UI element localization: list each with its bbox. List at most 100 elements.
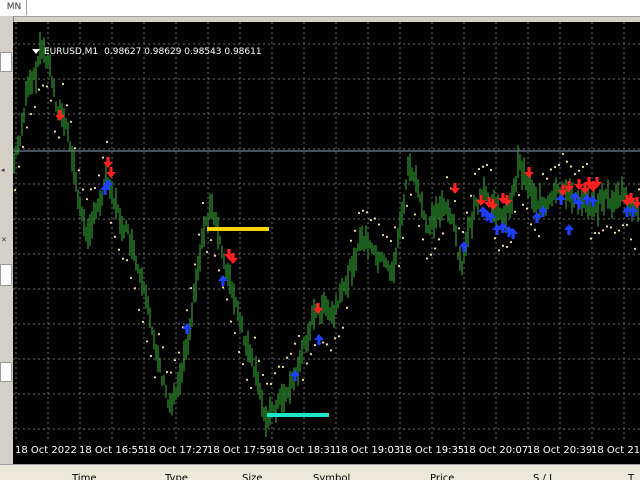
sar-dot bbox=[173, 359, 177, 362]
sar-dot bbox=[621, 224, 625, 227]
column-header[interactable]: T bbox=[628, 473, 634, 480]
sar-dot bbox=[117, 248, 121, 251]
sar-dot bbox=[305, 362, 309, 365]
column-header[interactable]: Time bbox=[72, 473, 96, 480]
column-header[interactable]: Symbol bbox=[313, 473, 350, 480]
sar-dot bbox=[493, 237, 497, 240]
sar-dot bbox=[433, 247, 437, 250]
sar-dot bbox=[17, 165, 21, 168]
x-tick-label: 18 Oct 21:1 bbox=[591, 445, 640, 456]
sar-dot bbox=[397, 264, 401, 268]
sar-dot bbox=[269, 382, 273, 386]
sar-dot bbox=[281, 365, 285, 369]
x-tick-label: 18 Oct 20:07 bbox=[463, 445, 529, 456]
sar-dot bbox=[485, 163, 489, 167]
sar-dot bbox=[421, 238, 425, 241]
sar-dot bbox=[289, 352, 293, 355]
sar-dot bbox=[201, 201, 205, 205]
sar-dot bbox=[253, 336, 257, 339]
sar-dot bbox=[273, 372, 277, 375]
sar-dot bbox=[585, 162, 589, 166]
sar-dot bbox=[549, 168, 553, 171]
sar-dot bbox=[121, 257, 125, 260]
sar-dot bbox=[293, 342, 297, 345]
sar-dot bbox=[93, 186, 97, 190]
sar-dot bbox=[605, 225, 609, 228]
sar-dot bbox=[285, 356, 289, 359]
sar-dot bbox=[333, 337, 337, 340]
sar-dot bbox=[25, 126, 29, 129]
sar-dot bbox=[617, 229, 621, 232]
sar-dot bbox=[521, 203, 525, 206]
price-chart[interactable]: EURUSD,M1 0.98627 0.98629 0.98543 0.98611 bbox=[13, 22, 640, 440]
sar-dot bbox=[409, 193, 413, 196]
time-axis: 18 Oct 2022 18 Oct 16:55 18 Oct 17:27 18 Oc… bbox=[13, 440, 640, 464]
sar-dot bbox=[457, 227, 461, 230]
left-panel-button[interactable] bbox=[0, 362, 12, 382]
sar-dot bbox=[401, 236, 405, 239]
sar-dot bbox=[197, 233, 201, 236]
sar-dot bbox=[425, 257, 429, 260]
buy-arrow-icon bbox=[556, 194, 566, 205]
sar-dot bbox=[509, 241, 513, 244]
chart-menu-triangle-icon[interactable] bbox=[32, 49, 40, 54]
trade-table-header: Time Type Size Symbol Price S / L T bbox=[0, 464, 640, 480]
sar-dot bbox=[525, 207, 529, 210]
sar-dot bbox=[153, 376, 157, 379]
timeframe-tab-mn[interactable]: MN bbox=[2, 0, 27, 15]
column-header[interactable]: Type bbox=[165, 473, 188, 480]
sar-dot bbox=[597, 232, 601, 235]
sar-dot bbox=[229, 320, 233, 323]
chart-symbol: EURUSD,M1 bbox=[44, 47, 99, 57]
left-panel-button[interactable] bbox=[0, 264, 12, 286]
chart-canvas bbox=[13, 22, 640, 440]
timeframe-tab-strip: MN bbox=[0, 0, 640, 17]
sar-dot bbox=[297, 334, 301, 338]
sar-dot bbox=[561, 152, 565, 156]
column-header[interactable]: Price bbox=[430, 473, 454, 480]
sar-dot bbox=[369, 218, 373, 222]
sar-dot bbox=[601, 229, 605, 232]
sar-dot bbox=[49, 99, 53, 102]
sar-dot bbox=[513, 210, 517, 213]
sar-dot bbox=[465, 211, 469, 214]
sar-dot bbox=[41, 84, 45, 87]
left-panel-close-icon[interactable]: ✕ bbox=[1, 236, 7, 244]
sar-dot bbox=[129, 276, 133, 279]
sar-dot bbox=[429, 253, 433, 256]
sar-dot bbox=[393, 226, 397, 229]
sar-dot bbox=[629, 238, 633, 241]
sar-dot bbox=[265, 382, 269, 385]
sar-dot bbox=[125, 259, 129, 262]
sar-dot bbox=[329, 349, 333, 352]
column-header[interactable]: Size bbox=[242, 473, 263, 480]
sar-dot bbox=[241, 363, 245, 366]
sar-dot bbox=[505, 245, 509, 248]
x-tick-label: 18 Oct 19:35 bbox=[399, 445, 465, 456]
column-header[interactable]: S / L bbox=[533, 473, 555, 480]
sar-dot bbox=[21, 145, 25, 149]
sar-dot bbox=[565, 160, 569, 163]
sar-dot bbox=[81, 188, 85, 191]
sar-dot bbox=[337, 335, 341, 338]
sar-dot bbox=[373, 217, 377, 220]
sar-dot bbox=[165, 370, 169, 374]
sar-dot bbox=[189, 286, 193, 290]
sar-dot bbox=[109, 221, 113, 224]
sell-arrow-icon bbox=[106, 167, 116, 178]
sar-dot bbox=[417, 224, 421, 228]
x-tick-label: 18 Oct 16:55 bbox=[79, 445, 145, 456]
left-panel-button[interactable] bbox=[0, 52, 12, 72]
sar-dot bbox=[133, 287, 137, 290]
sar-dot bbox=[225, 298, 229, 301]
sar-dot bbox=[581, 165, 585, 168]
sar-dot bbox=[313, 343, 317, 347]
x-tick-label: 18 Oct 17:59 bbox=[207, 445, 273, 456]
sar-dot bbox=[245, 378, 249, 381]
sar-dot bbox=[141, 320, 145, 323]
sar-dot bbox=[437, 238, 441, 241]
sar-dot bbox=[261, 373, 265, 377]
sar-dot bbox=[413, 213, 417, 216]
x-tick-label: 18 Oct 17:27 bbox=[143, 445, 209, 456]
sar-dot bbox=[389, 240, 393, 243]
